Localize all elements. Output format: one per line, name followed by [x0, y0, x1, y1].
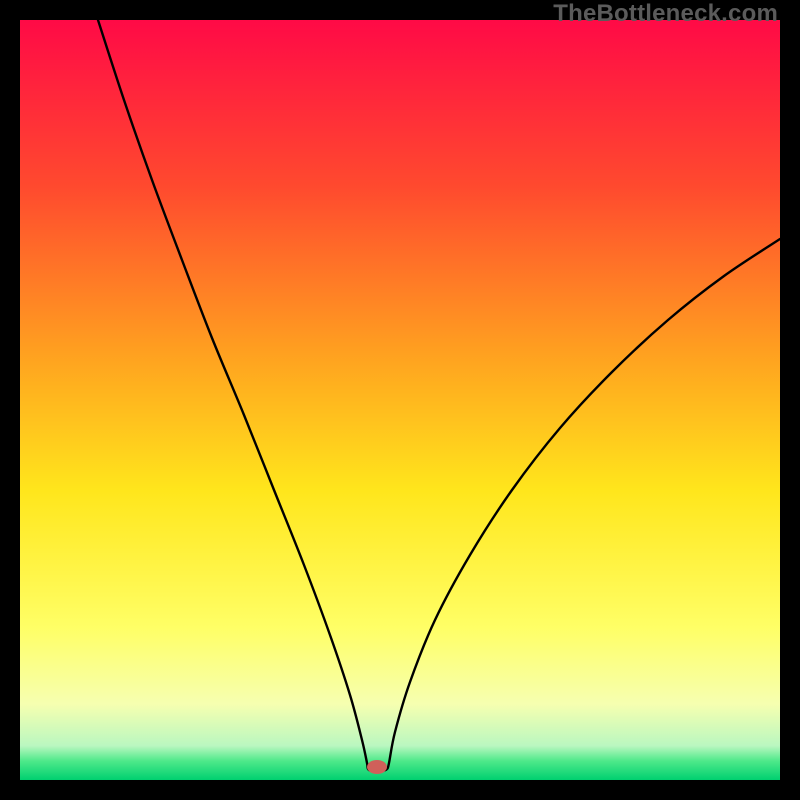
watermark-text: TheBottleneck.com — [553, 0, 778, 28]
gradient-background — [20, 20, 780, 780]
optimal-marker — [367, 760, 387, 774]
chart-frame: TheBottleneck.com — [0, 0, 800, 800]
plot-area — [20, 20, 780, 780]
bottleneck-chart — [20, 20, 780, 780]
